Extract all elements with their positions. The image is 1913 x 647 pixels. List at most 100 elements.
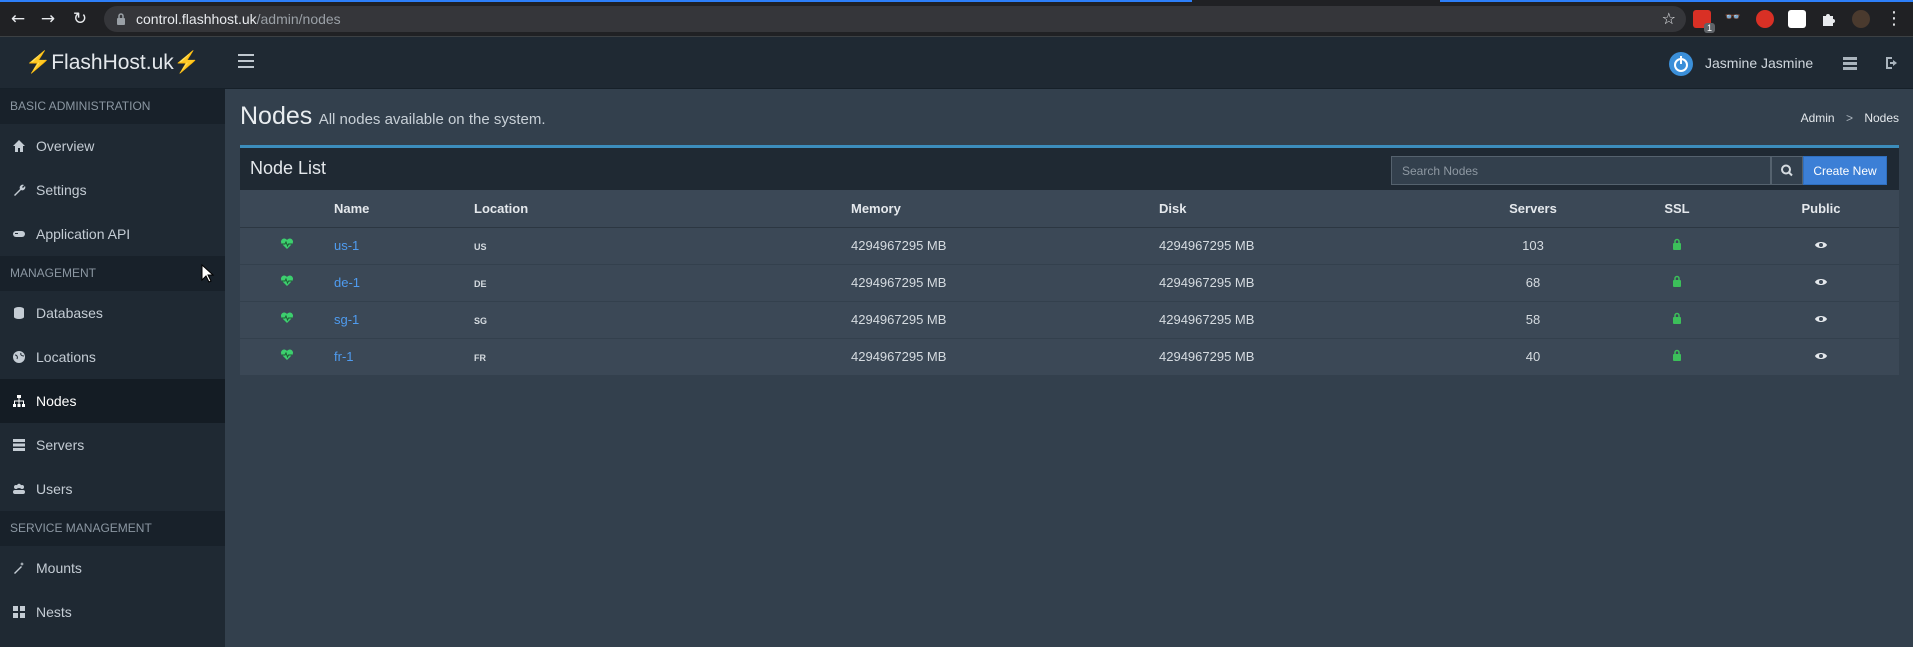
breadcrumb-nodes: Nodes <box>1864 111 1899 125</box>
sidebar-item-databases[interactable]: Databases <box>0 291 225 335</box>
status-cell <box>240 338 334 376</box>
sidebar-item-nests[interactable]: Nests <box>0 590 225 634</box>
user-name[interactable]: Jasmine Jasmine <box>1705 55 1813 71</box>
sidebar-item-label: Settings <box>36 182 87 198</box>
node-table: Name Location Memory Disk Servers SSL Pu… <box>240 190 1899 376</box>
create-new-button[interactable]: Create New <box>1803 156 1887 185</box>
sidebar-item-label: Users <box>36 481 73 497</box>
sidebar-section-management: MANAGEMENT <box>0 256 225 291</box>
mouse-cursor-icon <box>201 264 215 283</box>
sidebar-item-locations[interactable]: Locations <box>0 335 225 379</box>
node-list-header: Node List Create New <box>240 148 1899 190</box>
sidebar-toggle-icon[interactable] <box>238 54 254 68</box>
page-load-progress <box>0 0 1192 2</box>
sidebar-item-users[interactable]: Users <box>0 467 225 511</box>
users-icon <box>13 483 25 494</box>
node-name-link[interactable]: sg-1 <box>334 312 359 327</box>
heartbeat-icon <box>280 275 294 286</box>
bookmark-star-icon[interactable]: ☆ <box>1662 9 1676 28</box>
sidebar-item-label: Nodes <box>36 393 77 409</box>
extensions-puzzle-icon[interactable] <box>1820 10 1838 28</box>
node-name-link[interactable]: us-1 <box>334 238 359 253</box>
node-location: US <box>474 242 487 252</box>
sidebar-item-label: Nests <box>36 604 72 620</box>
node-memory: 4294967295 MB <box>851 301 1159 339</box>
breadcrumb: Admin > Nodes <box>1801 111 1899 125</box>
sidebar-item-nodes[interactable]: Nodes <box>0 379 225 423</box>
sign-out-icon[interactable] <box>1884 56 1900 70</box>
breadcrumb-separator: > <box>1845 111 1853 125</box>
sidebar-item-label: Databases <box>36 305 103 321</box>
table-row: sg-1 SG 4294967295 MB 4294967295 MB 58 <box>240 301 1899 339</box>
user-avatar-icon[interactable] <box>1669 52 1693 76</box>
forward-icon[interactable]: → <box>38 9 58 29</box>
profile-avatar-icon[interactable] <box>1852 10 1870 28</box>
sidebar-item-mounts[interactable]: Mounts <box>0 546 225 590</box>
sidebar-item-servers[interactable]: Servers <box>0 423 225 467</box>
node-memory: 4294967295 MB <box>851 338 1159 376</box>
wrench-icon <box>14 184 26 196</box>
status-cell <box>240 227 334 265</box>
brand-name: FlashHost.uk <box>51 51 174 74</box>
extension-calendar-icon[interactable]: 1 <box>1693 10 1715 33</box>
ssl-lock-icon <box>1673 275 1681 287</box>
magic-icon <box>14 562 24 574</box>
column-disk: Disk <box>1159 190 1455 228</box>
bolt-icon: ⚡ <box>173 51 200 74</box>
ssl-lock-icon <box>1673 349 1681 361</box>
main-content: Nodes All nodes available on the system.… <box>225 89 1913 647</box>
node-disk: 4294967295 MB <box>1159 264 1455 302</box>
extension-spy-icon[interactable]: 👓 <box>1724 10 1742 28</box>
page-load-progress-segment <box>1440 0 1913 2</box>
node-name-link[interactable]: fr-1 <box>334 349 354 364</box>
browser-menu-icon[interactable]: ⋮ <box>1885 8 1903 29</box>
reload-icon[interactable]: ↻ <box>70 9 90 29</box>
server-icon[interactable] <box>1842 56 1858 70</box>
extension-hand-icon[interactable] <box>1756 10 1774 28</box>
node-name-link[interactable]: de-1 <box>334 275 360 290</box>
status-cell <box>240 264 334 302</box>
sidebar-item-overview[interactable]: Overview <box>0 124 225 168</box>
database-icon <box>14 307 24 319</box>
node-list-box: Node List Create New Name Location Memor… <box>240 145 1899 376</box>
search-button[interactable] <box>1771 156 1803 185</box>
extension-bracket-icon[interactable] <box>1788 10 1806 28</box>
status-cell <box>240 301 334 339</box>
column-ssl: SSL <box>1611 190 1743 228</box>
gamepad-icon <box>13 231 25 237</box>
table-row: fr-1 FR 4294967295 MB 4294967295 MB 40 <box>240 338 1899 376</box>
heartbeat-icon <box>280 238 294 249</box>
back-icon[interactable]: ← <box>8 9 28 29</box>
column-location: Location <box>474 190 851 228</box>
home-icon <box>13 140 25 152</box>
node-list-title: Node List <box>250 158 327 178</box>
sidebar-section-basic-administration: BASIC ADMINISTRATION <box>0 89 225 124</box>
node-location: FR <box>474 353 486 363</box>
node-servers: 40 <box>1455 338 1611 376</box>
heartbeat-icon <box>280 312 294 323</box>
node-location: SG <box>474 316 488 326</box>
column-status <box>240 190 334 228</box>
url-host: control.flashhost.uk <box>136 11 257 27</box>
sidebar-item-label: Mounts <box>36 560 82 576</box>
address-bar[interactable]: control.flashhost.uk/admin/nodes ☆ <box>104 6 1686 32</box>
table-header-row: Name Location Memory Disk Servers SSL Pu… <box>240 190 1899 228</box>
column-servers: Servers <box>1455 190 1611 228</box>
sitemap-icon <box>13 395 25 407</box>
sidebar-section-service-management: SERVICE MANAGEMENT <box>0 511 225 546</box>
table-row: us-1 US 4294967295 MB 4294967295 MB 103 <box>240 227 1899 265</box>
breadcrumb-admin[interactable]: Admin <box>1801 111 1835 125</box>
public-eye-icon <box>1815 316 1827 322</box>
th-large-icon <box>13 606 25 618</box>
url-text: control.flashhost.uk/admin/nodes <box>136 11 341 27</box>
search-nodes-input[interactable] <box>1391 156 1771 185</box>
node-disk: 4294967295 MB <box>1159 227 1455 265</box>
public-eye-icon <box>1815 242 1827 248</box>
sidebar-item-settings[interactable]: Settings <box>0 168 225 212</box>
page-title-text: Nodes <box>240 102 313 130</box>
ssl-lock-icon <box>1673 312 1681 324</box>
extension-badge: 1 <box>1703 23 1715 33</box>
node-memory: 4294967295 MB <box>851 227 1159 265</box>
brand-logo[interactable]: ⚡FlashHost.uk⚡ <box>0 37 225 89</box>
sidebar-item-application-api[interactable]: Application API <box>0 212 225 256</box>
